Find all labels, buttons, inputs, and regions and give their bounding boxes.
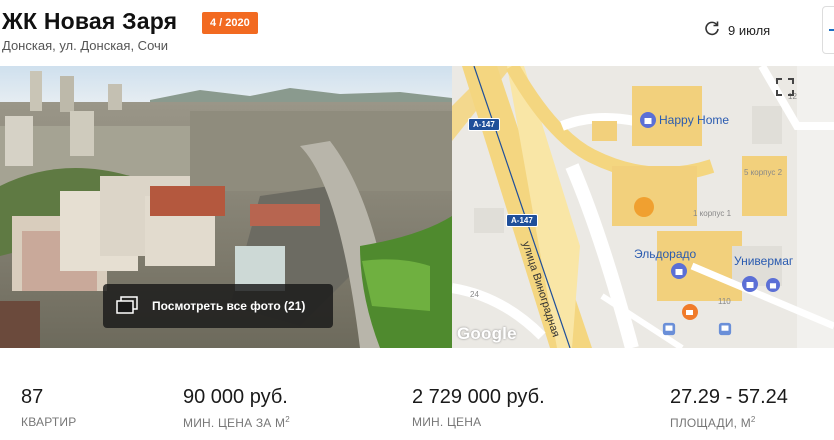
update-date: 9 июля xyxy=(704,20,770,41)
stat-value: 2 729 000 руб. xyxy=(412,386,545,408)
road-shield-a147-bottom: A-147 xyxy=(506,214,538,227)
map-label-24: 24 xyxy=(470,290,479,299)
completion-badge: 4 / 2020 xyxy=(202,12,258,34)
address: Донская, ул. Донская, Сочи xyxy=(2,38,169,53)
gallery-icon xyxy=(116,295,138,317)
shopping-bag-icon-eldorado xyxy=(671,263,687,284)
stat-min-price: 2 729 000 руб. МИН. ЦЕНА xyxy=(412,386,545,429)
map-canvas xyxy=(452,66,834,348)
stat-value: 27.29 - 57.24 xyxy=(670,386,788,408)
zoom-out-button[interactable] xyxy=(822,6,834,54)
cafe-icon xyxy=(682,304,698,325)
shopping-bag-icon xyxy=(640,112,656,133)
bus-stop-icon-2 xyxy=(718,322,732,341)
minus-icon xyxy=(829,29,834,31)
map-label-korpus1: 1 корпус 1 xyxy=(693,209,732,218)
poi-happy-home[interactable]: Happy Home xyxy=(659,113,729,127)
view-all-photos-label: Посмотреть все фото (21) xyxy=(152,299,306,313)
stat-label: МИН. ЦЕНА xyxy=(412,415,482,429)
stats-bar: 87 КВАРТИР 90 000 руб. МИН. ЦЕНА ЗА М2 2… xyxy=(0,348,834,440)
location-map[interactable]: A-147 A-147 улица Виноградная Happy Home… xyxy=(452,66,834,348)
refresh-icon xyxy=(704,20,720,41)
bus-stop-icon xyxy=(662,322,676,341)
road-shield-a147-top: A-147 xyxy=(468,118,500,131)
shopping-bag-icon-univermag xyxy=(742,276,758,297)
view-all-photos-button[interactable]: Посмотреть все фото (21) xyxy=(103,284,333,328)
map-label-110: 110 xyxy=(718,297,731,306)
fullscreen-icon[interactable] xyxy=(774,76,796,98)
page-title: ЖК Новая Заря xyxy=(2,8,178,34)
date-text: 9 июля xyxy=(728,23,771,38)
stat-areas: 27.29 - 57.24 ПЛОЩАДИ, М2 xyxy=(670,386,788,430)
stat-label: КВАРТИР xyxy=(21,415,77,429)
stat-apartments: 87 КВАРТИР xyxy=(21,386,76,429)
header: ЖК Новая Заря 4 / 2020 Донская, ул. Донс… xyxy=(0,0,834,66)
stat-value: 87 xyxy=(21,386,44,408)
photo-gallery[interactable]: Посмотреть все фото (21) xyxy=(0,66,452,348)
stat-min-price-per-m2: 90 000 руб. МИН. ЦЕНА ЗА М2 xyxy=(183,386,290,430)
stat-label: ПЛОЩАДИ, М2 xyxy=(670,415,756,430)
map-label-korpus2: 5 корпус 2 xyxy=(744,168,783,177)
stat-label: МИН. ЦЕНА ЗА М2 xyxy=(183,415,290,430)
google-logo: Google xyxy=(457,324,517,343)
stat-value: 90 000 руб. xyxy=(183,386,288,408)
shopping-bag-icon-small xyxy=(766,278,780,297)
poi-eldorado[interactable]: Эльдорадо xyxy=(634,247,696,261)
poi-univermag[interactable]: Универмаг xyxy=(734,254,793,268)
